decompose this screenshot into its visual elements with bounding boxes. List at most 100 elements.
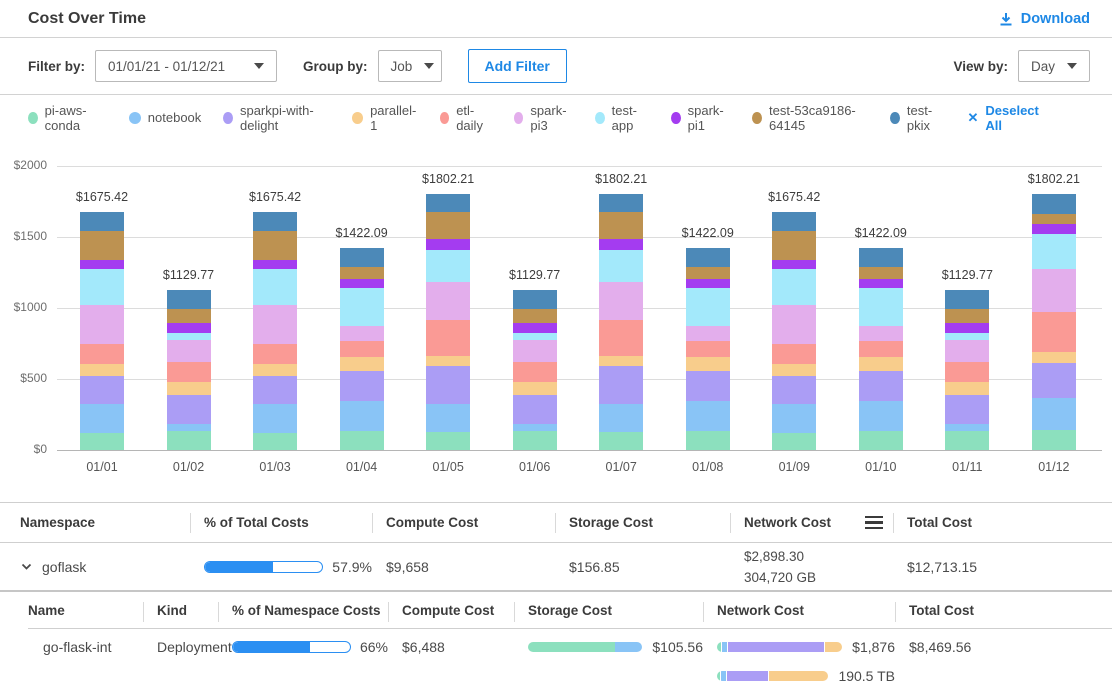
bar-segment-spark-pi1[interactable] xyxy=(686,279,730,288)
bar-segment-notebook[interactable] xyxy=(945,424,989,432)
bar-segment-pi-aws-conda[interactable] xyxy=(686,431,730,450)
bar-segment-sparkpi-with-delight[interactable] xyxy=(599,366,643,404)
bar-segment-spark-pi3[interactable] xyxy=(513,340,557,362)
bar-segment-test-53ca9186-64145[interactable] xyxy=(167,309,211,322)
bar-segment-sparkpi-with-delight[interactable] xyxy=(1032,363,1076,398)
bar-segment-test-pkix[interactable] xyxy=(80,212,124,231)
bar-segment-spark-pi3[interactable] xyxy=(686,326,730,342)
bar-segment-test-app[interactable] xyxy=(599,250,643,282)
bar-segment-etl-daily[interactable] xyxy=(426,320,470,357)
bar-segment-parallel-1[interactable] xyxy=(1032,352,1076,364)
deselect-all-button[interactable]: ✕ Deselect All xyxy=(967,103,1042,133)
bar-segment-notebook[interactable] xyxy=(167,424,211,432)
stacked-bar[interactable] xyxy=(599,194,643,450)
bar-segment-notebook[interactable] xyxy=(1032,398,1076,430)
bar-segment-test-53ca9186-64145[interactable] xyxy=(686,267,730,279)
bar-segment-test-app[interactable] xyxy=(1032,234,1076,269)
bar-segment-notebook[interactable] xyxy=(859,401,903,430)
bar-segment-test-app[interactable] xyxy=(340,288,384,326)
namespace-expander[interactable]: goflask xyxy=(20,559,190,575)
stacked-bar[interactable] xyxy=(513,290,557,450)
bar-segment-spark-pi1[interactable] xyxy=(859,279,903,288)
legend-item-etl-daily[interactable]: etl-daily xyxy=(440,103,492,133)
column-settings-icon[interactable] xyxy=(865,516,883,530)
bar-segment-spark-pi1[interactable] xyxy=(167,323,211,334)
bar-segment-parallel-1[interactable] xyxy=(772,364,816,376)
bar-segment-spark-pi1[interactable] xyxy=(513,323,557,334)
legend-item-test-app[interactable]: test-app xyxy=(595,103,649,133)
bar-segment-spark-pi3[interactable] xyxy=(426,282,470,320)
bar-segment-sparkpi-with-delight[interactable] xyxy=(340,371,384,402)
bar-segment-parallel-1[interactable] xyxy=(945,382,989,396)
bar-segment-parallel-1[interactable] xyxy=(167,382,211,396)
bar-segment-test-app[interactable] xyxy=(167,333,211,340)
bar-segment-test-53ca9186-64145[interactable] xyxy=(426,212,470,239)
stacked-bar[interactable] xyxy=(340,248,384,450)
bar-segment-test-app[interactable] xyxy=(426,250,470,282)
bar-segment-pi-aws-conda[interactable] xyxy=(253,433,297,450)
bar-segment-etl-daily[interactable] xyxy=(945,362,989,382)
bar-segment-test-app[interactable] xyxy=(859,288,903,326)
group-by-select[interactable]: Job xyxy=(378,50,442,82)
bar-segment-test-53ca9186-64145[interactable] xyxy=(80,231,124,260)
bar-segment-spark-pi3[interactable] xyxy=(599,282,643,320)
bar-segment-etl-daily[interactable] xyxy=(253,344,297,365)
legend-item-notebook[interactable]: notebook xyxy=(129,110,202,125)
bar-segment-spark-pi1[interactable] xyxy=(599,239,643,250)
bar-segment-pi-aws-conda[interactable] xyxy=(426,432,470,450)
bar-segment-test-pkix[interactable] xyxy=(859,248,903,267)
bar-segment-test-app[interactable] xyxy=(513,333,557,340)
legend-item-spark-pi3[interactable]: spark-pi3 xyxy=(514,103,573,133)
bar-segment-sparkpi-with-delight[interactable] xyxy=(80,376,124,404)
bar-segment-test-53ca9186-64145[interactable] xyxy=(340,267,384,279)
bar-segment-parallel-1[interactable] xyxy=(859,357,903,371)
bar-segment-pi-aws-conda[interactable] xyxy=(340,431,384,450)
stacked-bar[interactable] xyxy=(167,290,211,450)
bar-segment-test-pkix[interactable] xyxy=(945,290,989,310)
bar-segment-spark-pi3[interactable] xyxy=(772,305,816,344)
bar-segment-spark-pi3[interactable] xyxy=(945,340,989,362)
bar-segment-test-pkix[interactable] xyxy=(686,248,730,267)
bar-segment-test-app[interactable] xyxy=(686,288,730,326)
bar-segment-parallel-1[interactable] xyxy=(513,382,557,396)
bar-segment-sparkpi-with-delight[interactable] xyxy=(426,366,470,404)
stacked-bar[interactable] xyxy=(80,212,124,450)
bar-segment-pi-aws-conda[interactable] xyxy=(80,433,124,450)
bar-segment-spark-pi3[interactable] xyxy=(340,326,384,342)
bar-segment-test-pkix[interactable] xyxy=(167,290,211,310)
bar-segment-spark-pi1[interactable] xyxy=(340,279,384,288)
bar-segment-etl-daily[interactable] xyxy=(340,341,384,356)
stacked-bar[interactable] xyxy=(859,248,903,450)
bar-segment-test-app[interactable] xyxy=(772,269,816,305)
stacked-bar[interactable] xyxy=(686,248,730,450)
bar-segment-etl-daily[interactable] xyxy=(859,341,903,356)
bar-segment-spark-pi3[interactable] xyxy=(80,305,124,344)
bar-segment-parallel-1[interactable] xyxy=(599,356,643,366)
bar-segment-etl-daily[interactable] xyxy=(1032,312,1076,352)
bar-segment-test-app[interactable] xyxy=(80,269,124,305)
bar-segment-test-app[interactable] xyxy=(253,269,297,305)
legend-item-parallel-1[interactable]: parallel-1 xyxy=(352,103,417,133)
bar-segment-etl-daily[interactable] xyxy=(772,344,816,365)
bar-segment-pi-aws-conda[interactable] xyxy=(513,431,557,450)
bar-segment-pi-aws-conda[interactable] xyxy=(772,433,816,450)
bar-segment-parallel-1[interactable] xyxy=(686,357,730,371)
date-range-select[interactable]: 01/01/21 - 01/12/21 xyxy=(95,50,277,82)
bar-segment-etl-daily[interactable] xyxy=(599,320,643,357)
bar-segment-notebook[interactable] xyxy=(686,401,730,430)
bar-segment-sparkpi-with-delight[interactable] xyxy=(945,395,989,423)
stacked-bar[interactable] xyxy=(253,212,297,450)
bar-segment-spark-pi1[interactable] xyxy=(945,323,989,334)
bar-segment-test-53ca9186-64145[interactable] xyxy=(513,309,557,322)
legend-item-spark-pi1[interactable]: spark-pi1 xyxy=(671,103,730,133)
bar-segment-test-pkix[interactable] xyxy=(772,212,816,231)
bar-segment-test-53ca9186-64145[interactable] xyxy=(253,231,297,260)
add-filter-button[interactable]: Add Filter xyxy=(468,49,567,83)
bar-segment-test-pkix[interactable] xyxy=(340,248,384,267)
legend-item-pi-aws-conda[interactable]: pi-aws-conda xyxy=(28,103,107,133)
bar-segment-parallel-1[interactable] xyxy=(253,364,297,376)
bar-segment-notebook[interactable] xyxy=(80,404,124,433)
bar-segment-test-53ca9186-64145[interactable] xyxy=(1032,214,1076,224)
stacked-bar[interactable] xyxy=(772,212,816,450)
bar-segment-notebook[interactable] xyxy=(513,424,557,432)
